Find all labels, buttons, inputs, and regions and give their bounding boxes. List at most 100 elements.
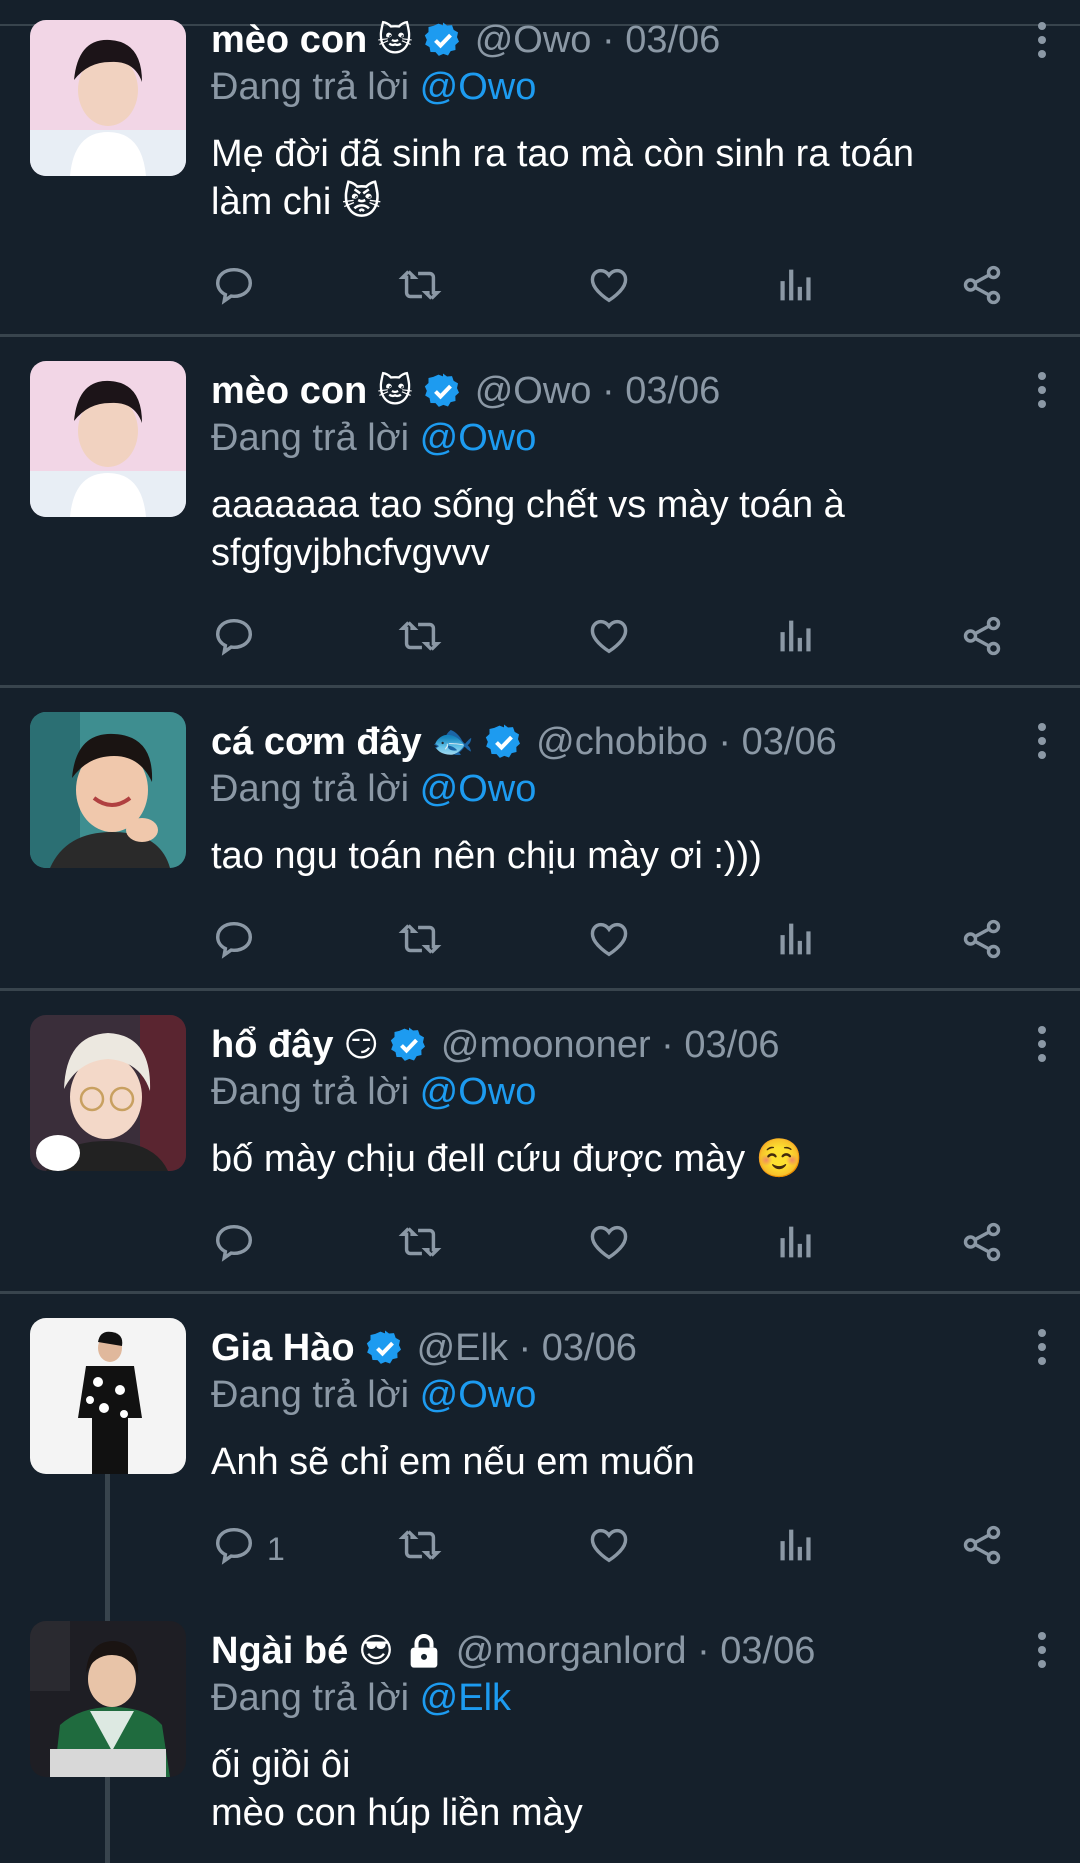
reply-icon [211, 262, 257, 316]
like-icon [586, 916, 632, 970]
mention-link[interactable]: @Owo [420, 417, 537, 459]
retweet-icon [397, 262, 443, 316]
like-button[interactable] [586, 262, 632, 316]
display-name[interactable]: mèo con [211, 19, 367, 62]
verified-icon [423, 20, 463, 60]
share-button[interactable] [959, 1522, 1005, 1576]
tweet-text: Anh sẽ chỉ em nếu em muốn [211, 1441, 695, 1483]
avatar[interactable] [30, 20, 186, 176]
reply-icon [211, 1219, 257, 1273]
more-icon[interactable] [1032, 22, 1052, 58]
retweet-icon [397, 613, 443, 667]
more-icon[interactable] [1032, 1026, 1052, 1062]
tweet-header: Ngài bé 😎 @morganlord · 03/06 [211, 1627, 815, 1675]
avatar[interactable] [30, 361, 186, 517]
handle[interactable]: @moononer · 03/06 [441, 1024, 780, 1067]
tweet-text: Mẹ đời đã sinh ra tao mà còn sinh ra toá… [211, 133, 914, 223]
tweet-header: hổ đây 😏 @moononer · 03/06 [211, 1021, 779, 1069]
handle[interactable]: @Elk · 03/06 [417, 1327, 637, 1370]
thread-line [105, 1777, 110, 1863]
tweet-text: ối giồi ôi mèo con húp liền mày [211, 1744, 583, 1834]
views-button[interactable] [773, 613, 819, 667]
replying-to: Đang trả lời @Owo [211, 1071, 537, 1113]
reply-icon [211, 916, 257, 970]
like-icon [586, 262, 632, 316]
display-name[interactable]: hổ đây [211, 1024, 333, 1067]
action-bar [211, 262, 1011, 312]
views-button[interactable] [773, 1219, 819, 1273]
mention-link[interactable]: @Owo [420, 1374, 537, 1416]
views-button[interactable] [773, 1522, 819, 1576]
like-button[interactable] [586, 613, 632, 667]
reply-button[interactable] [211, 613, 267, 667]
reply-button[interactable] [211, 1219, 267, 1273]
like-button[interactable] [586, 916, 632, 970]
name-emoji: 😎 [358, 1631, 394, 1671]
retweet-button[interactable] [397, 613, 443, 667]
share-button[interactable] [959, 1219, 1005, 1273]
retweet-icon [397, 1219, 443, 1273]
replying-to: Đang trả lời @Owo [211, 417, 537, 459]
display-name[interactable]: Gia Hào [211, 1327, 355, 1370]
display-name[interactable]: cá cơm đây [211, 721, 422, 764]
tweet-header: mèo con 🐱 @Owo · 03/06 [211, 367, 720, 415]
mention-link[interactable]: @Owo [420, 768, 537, 810]
retweet-button[interactable] [397, 1522, 443, 1576]
views-button[interactable] [773, 916, 819, 970]
reply-button[interactable]: 1 [211, 1522, 285, 1576]
share-icon [959, 1522, 1005, 1576]
reply-icon [211, 613, 257, 667]
tweet-header: Gia Hào @Elk · 03/06 [211, 1324, 637, 1372]
share-icon [959, 1219, 1005, 1273]
name-emoji: 😏 [343, 1025, 379, 1065]
divider [0, 334, 1080, 337]
mention-link[interactable]: @Elk [420, 1677, 511, 1719]
handle[interactable]: @Owo · 03/06 [475, 370, 721, 413]
share-button[interactable] [959, 916, 1005, 970]
replying-to: Đang trả lời @Owo [211, 1374, 537, 1416]
name-emoji: 🐱 [377, 20, 413, 60]
action-bar: 1 [211, 1522, 1011, 1572]
tweet-text: aaaaaaa tao sống chết vs mày toán à sfgf… [211, 484, 845, 574]
more-icon[interactable] [1032, 1632, 1052, 1668]
like-button[interactable] [586, 1219, 632, 1273]
reply-icon [211, 1522, 257, 1576]
views-icon [773, 1522, 819, 1576]
verified-icon [365, 1328, 405, 1368]
like-icon [586, 1522, 632, 1576]
verified-icon [484, 722, 524, 762]
display-name[interactable]: mèo con [211, 370, 367, 413]
reply-button[interactable] [211, 262, 267, 316]
display-name[interactable]: Ngài bé [211, 1630, 348, 1673]
avatar[interactable] [30, 1015, 186, 1171]
divider [0, 685, 1080, 688]
mention-link[interactable]: @Owo [420, 66, 537, 108]
handle[interactable]: @Owo · 03/06 [475, 19, 721, 62]
share-icon [959, 613, 1005, 667]
tweet-header: cá cơm đây 🐟 @chobibo · 03/06 [211, 718, 837, 766]
avatar[interactable] [30, 1318, 186, 1474]
retweet-button[interactable] [397, 262, 443, 316]
name-emoji: 🐱 [377, 371, 413, 411]
reply-button[interactable] [211, 916, 267, 970]
avatar[interactable] [30, 1621, 186, 1777]
replying-to: Đang trả lời @Owo [211, 768, 537, 810]
retweet-button[interactable] [397, 916, 443, 970]
share-icon [959, 916, 1005, 970]
avatar[interactable] [30, 712, 186, 868]
views-icon [773, 613, 819, 667]
retweet-icon [397, 1522, 443, 1576]
share-button[interactable] [959, 613, 1005, 667]
views-button[interactable] [773, 262, 819, 316]
like-button[interactable] [586, 1522, 632, 1576]
share-button[interactable] [959, 262, 1005, 316]
more-icon[interactable] [1032, 372, 1052, 408]
mention-link[interactable]: @Owo [420, 1071, 537, 1113]
more-icon[interactable] [1032, 723, 1052, 759]
divider [0, 988, 1080, 991]
tweet-text: bố mày chịu đell cứu được mày ☺️ [211, 1138, 803, 1180]
handle[interactable]: @chobibo · 03/06 [536, 721, 837, 764]
retweet-button[interactable] [397, 1219, 443, 1273]
more-icon[interactable] [1032, 1329, 1052, 1365]
handle[interactable]: @morganlord · 03/06 [456, 1630, 816, 1673]
